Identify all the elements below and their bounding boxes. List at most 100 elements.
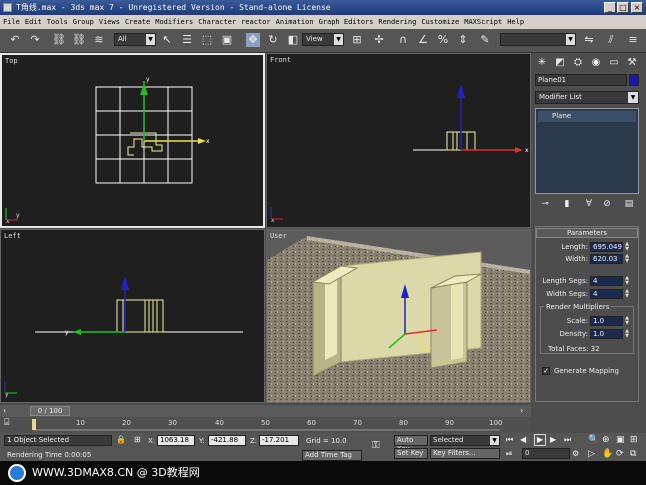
menu-edit[interactable]: Edit xyxy=(25,18,42,26)
generate-mapping-checkbox[interactable]: ✓ xyxy=(542,367,550,375)
set-key-button[interactable]: Set Key xyxy=(394,448,428,459)
select-move-icon[interactable]: ✥ xyxy=(246,33,260,47)
align-icon[interactable]: ⫽ xyxy=(604,33,618,47)
pivot-center-icon[interactable]: ⊞ xyxy=(350,33,364,47)
minimize-button[interactable]: _ xyxy=(604,2,616,13)
close-button[interactable]: × xyxy=(631,2,643,13)
width-segs-input[interactable]: 4 xyxy=(590,289,623,299)
object-color-swatch[interactable] xyxy=(629,74,639,86)
absolute-mode-icon[interactable]: ⊞ xyxy=(134,435,144,445)
pan-icon[interactable]: ✋ xyxy=(602,449,613,459)
window-crossing-icon[interactable]: ▣ xyxy=(220,33,234,47)
menu-create[interactable]: Create xyxy=(125,18,150,26)
mirror-icon[interactable]: ⇋ xyxy=(582,33,596,47)
redo-icon[interactable]: ↷ xyxy=(28,33,42,47)
current-frame-field[interactable]: 0 xyxy=(522,448,570,459)
angle-snap-icon[interactable]: ∠ xyxy=(416,33,430,47)
link-icon[interactable]: ⛓ xyxy=(52,33,66,47)
lock-selection-icon[interactable]: 🔒 xyxy=(116,435,126,445)
menu-group[interactable]: Group xyxy=(73,18,94,26)
menu-help[interactable]: Help xyxy=(507,18,524,26)
length-segs-input[interactable]: 4 xyxy=(590,276,623,286)
ref-coord-dropdown[interactable]: View ▼ xyxy=(302,33,344,46)
snap-3d-icon[interactable]: ∩ xyxy=(396,33,410,47)
z-coord-field[interactable]: -17.201 xyxy=(259,435,299,446)
maximize-viewport-icon[interactable]: ⧉ xyxy=(630,449,640,459)
spinner-snap-icon[interactable]: ⇕ xyxy=(456,33,470,47)
zoom-all-icon[interactable]: ⊕ xyxy=(602,435,612,445)
arc-rotate-icon[interactable]: ⟳ xyxy=(616,449,626,459)
track-bar-menu-icon[interactable]: ⌸ xyxy=(4,418,18,430)
time-slider-thumb[interactable]: 0 / 100 xyxy=(30,406,70,416)
menu-animation[interactable]: Animation xyxy=(276,18,314,26)
width-input[interactable]: 620.03 xyxy=(590,254,623,264)
density-input[interactable]: 1.0 xyxy=(590,329,623,339)
undo-icon[interactable]: ↶ xyxy=(8,33,22,47)
x-coord-field[interactable]: 1063.18 xyxy=(157,435,195,446)
next-frame-icon[interactable]: ▶ xyxy=(550,435,560,445)
key-icon[interactable]: ⚿ xyxy=(372,440,388,452)
modifier-list-dropdown[interactable]: Modifier List ▼ xyxy=(535,91,639,104)
menu-maxscript[interactable]: MAXScript xyxy=(464,18,502,26)
hierarchy-tab-icon[interactable]: ⛭ xyxy=(571,56,585,70)
bind-space-warp-icon[interactable]: ≋ xyxy=(92,33,106,47)
layer-manager-icon[interactable]: ≡ xyxy=(626,33,640,47)
viewport-user[interactable]: User xyxy=(266,229,531,403)
add-time-tag-button[interactable]: Add Time Tag xyxy=(302,450,362,461)
next-frame-icon[interactable]: › xyxy=(520,407,528,415)
configure-sets-icon[interactable]: ▤ xyxy=(623,198,635,210)
length-spinner-icon[interactable]: ▲ ▼ xyxy=(624,242,630,252)
y-coord-field[interactable]: -421.88 xyxy=(208,435,246,446)
zoom-icon[interactable]: 🔍 xyxy=(588,435,599,445)
prev-frame-icon[interactable]: ‹ xyxy=(3,407,11,415)
rect-selection-icon[interactable]: ⬚ xyxy=(200,33,214,47)
time-slider[interactable]: 0 / 100 ‹ › xyxy=(0,405,531,417)
percent-snap-icon[interactable]: % xyxy=(436,33,450,47)
menu-file[interactable]: File xyxy=(3,18,20,26)
stack-item-plane[interactable]: Plane xyxy=(538,111,636,122)
width-segs-spinner-icon[interactable]: ▲ ▼ xyxy=(624,289,630,299)
modify-tab-icon[interactable]: ◩ xyxy=(553,56,567,70)
viewport-top[interactable]: Top x y xy xyxy=(0,53,265,228)
remove-modifier-icon[interactable]: ⊘ xyxy=(601,198,613,210)
select-manipulate-icon[interactable]: ✢ xyxy=(372,33,386,47)
unlink-icon[interactable]: ⛓ xyxy=(72,33,86,47)
select-scale-icon[interactable]: ◧ xyxy=(286,33,300,47)
named-selection-dropdown[interactable]: ▼ xyxy=(500,33,576,46)
show-end-result-icon[interactable]: ▮ xyxy=(561,198,573,210)
previous-frame-icon[interactable]: ◀ xyxy=(520,435,530,445)
length-segs-spinner-icon[interactable]: ▲ ▼ xyxy=(624,276,630,286)
scale-input[interactable]: 1.0 xyxy=(590,316,623,326)
make-unique-icon[interactable]: ∀ xyxy=(583,198,595,210)
parameters-rollout-header[interactable]: Parameters xyxy=(536,228,638,238)
menu-graph-editors[interactable]: Graph Editors xyxy=(319,18,374,26)
maximize-button[interactable]: □ xyxy=(617,2,629,13)
motion-tab-icon[interactable]: ◉ xyxy=(589,56,603,70)
pin-stack-icon[interactable]: ⊸ xyxy=(539,198,551,210)
menu-tools[interactable]: Tools xyxy=(47,18,68,26)
menu-character[interactable]: Character xyxy=(198,18,236,26)
create-tab-icon[interactable]: ✳ xyxy=(535,56,549,70)
selection-filter-dropdown[interactable]: All ▼ xyxy=(114,33,156,46)
key-mode-toggle-icon[interactable]: ⏯ xyxy=(506,449,516,459)
display-tab-icon[interactable]: ▭ xyxy=(607,56,621,70)
field-of-view-icon[interactable]: ▷ xyxy=(588,449,598,459)
density-spinner-icon[interactable]: ▲ ▼ xyxy=(624,329,630,339)
menu-rendering[interactable]: Rendering xyxy=(378,18,416,26)
named-sel-edit-icon[interactable]: ✎ xyxy=(478,33,492,47)
select-by-name-icon[interactable]: ☰ xyxy=(180,33,194,47)
object-name-field[interactable]: Plane01 xyxy=(535,74,627,86)
time-config-icon[interactable]: ⚙ xyxy=(572,449,582,459)
auto-key-button[interactable]: Auto Key xyxy=(394,435,428,453)
menu-modifiers[interactable]: Modifiers xyxy=(155,18,193,26)
utilities-tab-icon[interactable]: ⚒ xyxy=(625,56,639,70)
chevron-down-icon[interactable]: ▼ xyxy=(490,436,499,445)
zoom-extents-icon[interactable]: ▣ xyxy=(616,435,626,445)
zoom-extents-all-icon[interactable]: ⊞ xyxy=(630,435,640,445)
go-to-end-icon[interactable]: ⏭ xyxy=(564,435,574,445)
menu-views[interactable]: Views xyxy=(99,18,120,26)
length-input[interactable]: 695.049 xyxy=(590,242,623,252)
menu-customize[interactable]: Customize xyxy=(421,18,459,26)
select-rotate-icon[interactable]: ↻ xyxy=(266,33,280,47)
scale-spinner-icon[interactable]: ▲ ▼ xyxy=(624,316,630,326)
